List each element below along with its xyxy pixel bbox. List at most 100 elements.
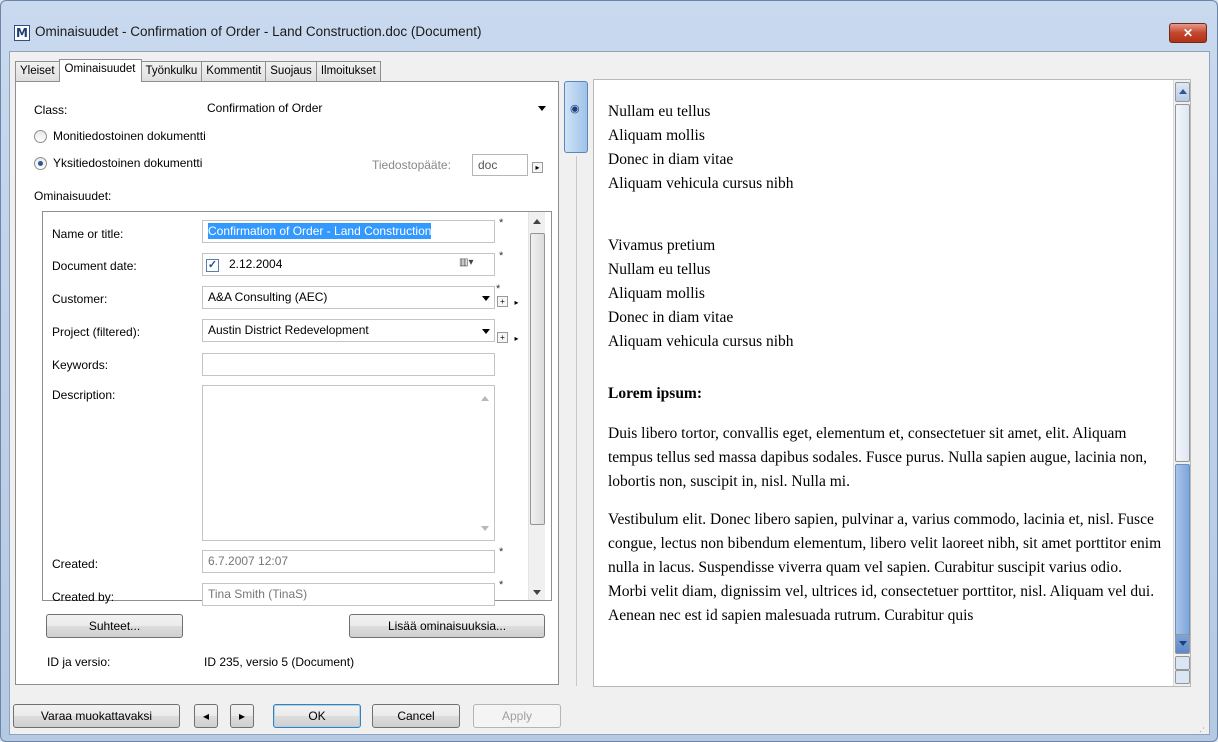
- customer-select[interactable]: A&A Consulting (AEC): [202, 286, 495, 309]
- created-by-field: Tina Smith (TinaS): [202, 583, 495, 606]
- splitter[interactable]: [576, 156, 577, 686]
- project-label: Project (filtered):: [52, 325, 141, 339]
- radio-multi-file-label: Monitiedostoinen dokumentti: [53, 129, 206, 143]
- properties-scroll-thumb[interactable]: [530, 233, 545, 525]
- scroll-down-icon[interactable]: [533, 590, 541, 595]
- required-mark: *: [499, 217, 504, 229]
- date-enabled-checkbox[interactable]: ✓: [206, 259, 219, 272]
- calendar-dropdown-icon[interactable]: ▥▾: [459, 257, 483, 271]
- preview-paragraph: Duis libero tortor, convallis eget, elem…: [608, 425, 1147, 490]
- name-input-value: Confirmation of Order - Land Constructio…: [208, 223, 432, 239]
- chevron-down-icon[interactable]: [482, 329, 490, 334]
- id-version-value: ID 235, versio 5 (Document): [204, 655, 355, 669]
- description-textarea[interactable]: [202, 385, 495, 541]
- preview-line: Vivamus pretium: [608, 237, 716, 254]
- scroll-up-icon[interactable]: [533, 219, 541, 224]
- required-mark: *: [499, 546, 504, 558]
- radio-single-file[interactable]: [34, 157, 47, 170]
- title-bar[interactable]: M Ominaisuudet - Confirmation of Order -…: [1, 1, 1217, 43]
- preview-heading: Lorem ipsum:: [608, 385, 703, 402]
- previous-button[interactable]: ◂: [194, 704, 218, 728]
- date-value: 2.12.2004: [229, 257, 283, 271]
- preview-scroll-track[interactable]: [1175, 464, 1190, 646]
- add-value-plus-icon[interactable]: +: [497, 296, 508, 307]
- file-ext-field[interactable]: doc: [472, 154, 528, 176]
- app-logo-icon: M: [14, 25, 30, 41]
- scroll-down-button[interactable]: [1175, 634, 1190, 654]
- triangle-left-icon: ◂: [202, 709, 210, 723]
- tab-ominaisuudet[interactable]: Ominaisuudet: [58, 59, 142, 82]
- tab-strip: Yleiset Ominaisuudet Työnkulku Kommentit Suo…: [15, 59, 381, 82]
- preview-toggle-button[interactable]: ◉: [564, 81, 588, 153]
- relations-button[interactable]: Suhteet...: [46, 614, 183, 638]
- properties-label: Ominaisuudet:: [34, 189, 112, 203]
- preview-line: Nullam eu tellus: [608, 261, 711, 278]
- required-mark: *: [499, 250, 504, 262]
- tab-yleiset[interactable]: Yleiset: [15, 61, 60, 81]
- tab-ilmoitukset[interactable]: Ilmoitukset: [315, 61, 381, 81]
- preview-line: Aliquam mollis: [608, 127, 705, 144]
- preview-scroll-thumb[interactable]: [1175, 104, 1190, 462]
- project-select[interactable]: Austin District Redevelopment: [202, 319, 495, 342]
- file-ext-arrow-icon[interactable]: ▸: [532, 162, 543, 173]
- scroll-up-icon: [1179, 89, 1187, 94]
- tab-työnkulku[interactable]: Työnkulku: [140, 61, 203, 81]
- scroll-up-icon[interactable]: [481, 396, 489, 401]
- description-scrollbar[interactable]: [477, 386, 494, 540]
- date-input[interactable]: 2.12.2004: [202, 253, 495, 276]
- close-button[interactable]: ✕: [1169, 23, 1207, 43]
- properties-scrollbar[interactable]: [528, 212, 545, 600]
- page-down-icon[interactable]: [1175, 670, 1190, 684]
- created-field: 6.7.2007 12:07: [202, 550, 495, 573]
- window-title: Ominaisuudet - Confirmation of Order - L…: [35, 24, 482, 39]
- name-label: Name or title:: [52, 227, 124, 241]
- preview-line: Nullam eu tellus: [608, 103, 711, 120]
- file-ext-label: Tiedostopääte:: [372, 158, 451, 172]
- keywords-label: Keywords:: [52, 358, 109, 372]
- class-select-value: Confirmation of Order: [207, 101, 323, 115]
- cancel-button[interactable]: Cancel: [372, 704, 460, 728]
- radio-multi-file[interactable]: [34, 130, 47, 143]
- customer-value: A&A Consulting (AEC): [208, 290, 328, 304]
- required-mark: *: [499, 579, 504, 591]
- keywords-input[interactable]: [202, 353, 495, 376]
- preview-line: Aliquam vehicula cursus nibh: [608, 333, 794, 350]
- preview-text: Nullam eu tellus Aliquam mollis Donec in d…: [608, 100, 1164, 628]
- eye-icon: ◉: [570, 103, 580, 115]
- scroll-up-button[interactable]: [1175, 82, 1190, 102]
- tab-kommentit[interactable]: Kommentit: [201, 61, 267, 81]
- preview-line: Donec in diam vitae: [608, 309, 734, 326]
- customer-label: Customer:: [52, 292, 108, 306]
- name-input[interactable]: Confirmation of Order - Land Constructio…: [202, 220, 495, 243]
- document-preview: Nullam eu tellus Aliquam mollis Donec in d…: [593, 79, 1191, 687]
- created-label: Created:: [52, 557, 99, 571]
- created-by-label: Created by:: [52, 590, 115, 604]
- resize-grip-icon[interactable]: ⋰: [1196, 726, 1205, 737]
- class-select[interactable]: Confirmation of Order: [201, 97, 551, 119]
- scroll-down-icon[interactable]: [481, 526, 489, 531]
- project-value: Austin District Redevelopment: [208, 323, 369, 337]
- preview-line: Donec in diam vitae: [608, 151, 734, 168]
- date-label: Document date:: [52, 259, 137, 273]
- checkout-button[interactable]: Varaa muokattavaksi: [13, 704, 180, 728]
- radio-single-file-label: Yksitiedostoinen dokumentti: [53, 156, 203, 170]
- tab-suojaus[interactable]: Suojaus: [265, 61, 317, 81]
- scroll-down-icon: [1179, 641, 1187, 646]
- project-expand-arrow-icon[interactable]: ▸: [511, 334, 522, 345]
- customer-expand-arrow-icon[interactable]: ▸: [511, 298, 522, 309]
- preview-line: Aliquam vehicula cursus nibh: [608, 175, 794, 192]
- required-mark: *: [496, 283, 501, 295]
- id-version-label: ID ja versio:: [47, 655, 111, 669]
- ok-button[interactable]: OK: [273, 704, 361, 728]
- triangle-right-icon: ▸: [238, 709, 246, 723]
- class-label: Class:: [34, 103, 68, 117]
- apply-button[interactable]: Apply: [473, 704, 561, 728]
- add-value-plus-icon[interactable]: +: [497, 332, 508, 343]
- chevron-down-icon: [538, 106, 546, 111]
- page-up-icon[interactable]: [1175, 656, 1190, 670]
- preview-scrollbar[interactable]: [1173, 80, 1190, 686]
- more-properties-button[interactable]: Lisää ominaisuuksia...: [349, 614, 545, 638]
- next-button[interactable]: ▸: [230, 704, 254, 728]
- description-label: Description:: [52, 388, 116, 402]
- chevron-down-icon[interactable]: [482, 296, 490, 301]
